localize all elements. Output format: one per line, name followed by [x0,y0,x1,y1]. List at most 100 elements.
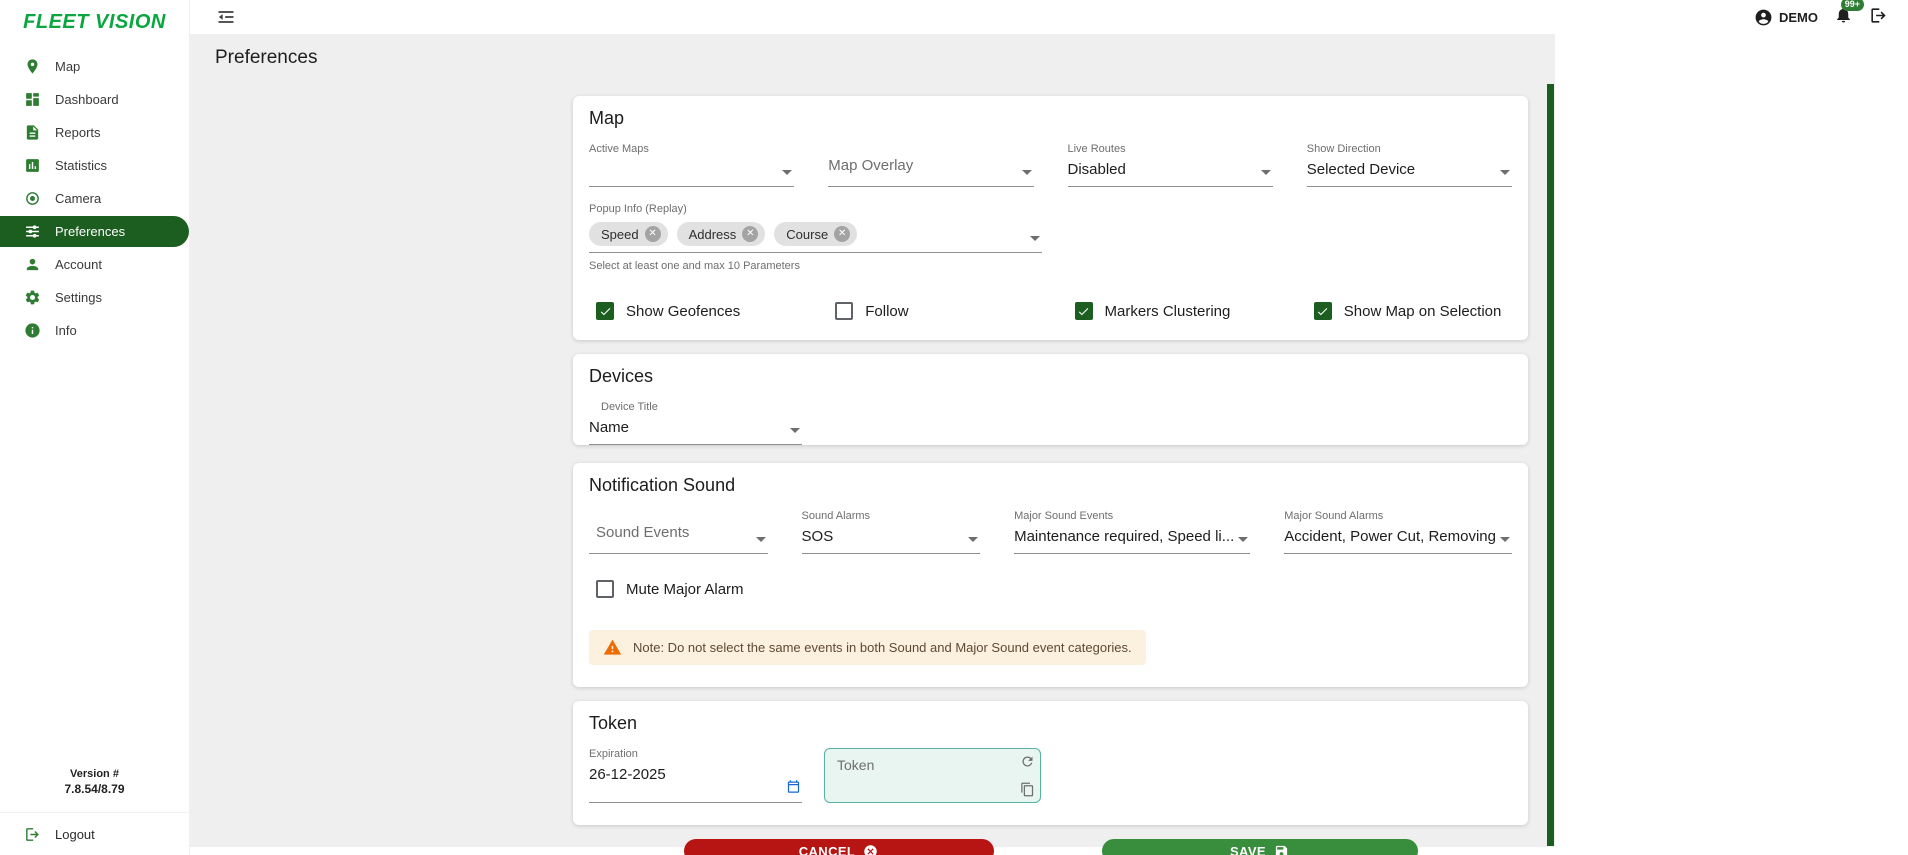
checkbox-follow[interactable]: Follow [828,302,1033,320]
sidebar-item-preferences[interactable]: Preferences [0,216,189,247]
sidebar-item-dashboard[interactable]: Dashboard [0,83,189,116]
map-card-title: Map [589,108,1512,129]
sidebar-item-label: Settings [55,290,102,305]
gear-icon [24,289,41,306]
live-routes-label: Live Routes [1068,143,1273,156]
scrollbar-thumb[interactable] [1547,84,1554,846]
chip-remove-icon[interactable]: ✕ [834,226,850,242]
sidebar-bottom: Version # 7.8.54/8.79 Logout [0,768,189,855]
chip-address[interactable]: Address ✕ [677,222,766,246]
report-document-icon [24,124,41,141]
device-title-select[interactable]: Device Title Name [589,401,802,445]
cards-container: Map Active Maps Map Overlay [573,96,1528,855]
token-placeholder: Token [837,757,874,773]
cancel-label: CANCEL [799,844,856,855]
popup-info-label: Popup Info (Replay) [589,203,1042,216]
popup-info-multiselect[interactable]: Popup Info (Replay) Speed ✕ Address ✕ [589,203,1042,253]
chevron-down-icon [782,170,792,175]
sidebar-item-reports[interactable]: Reports [0,116,189,149]
major-sound-alarms-select[interactable]: Major Sound Alarms Accident, Power Cut, … [1284,510,1512,554]
copy-token-icon[interactable] [1020,782,1035,797]
version-label: Version # [0,768,189,780]
sidebar-item-label: Preferences [55,224,125,239]
popup-chips: Speed ✕ Address ✕ Course ✕ [589,222,1042,246]
checkbox-show-geofences[interactable]: Show Geofences [589,302,794,320]
chevron-down-icon [790,428,800,433]
save-button[interactable]: SAVE [1102,839,1418,855]
exit-icon [1869,6,1888,25]
token-card-title: Token [589,713,1512,734]
show-direction-value: Selected Device [1307,161,1512,179]
chip-label: Course [786,227,828,242]
bar-chart-icon [24,157,41,174]
cancel-button[interactable]: CANCEL [684,839,994,855]
checkbox-markers-clustering[interactable]: Markers Clustering [1068,302,1273,320]
show-direction-select[interactable]: Show Direction Selected Device [1307,143,1512,187]
devices-card-title: Devices [589,366,1512,387]
chip-remove-icon[interactable]: ✕ [645,226,661,242]
warning-icon [603,638,622,657]
sidebar-item-label: Map [55,59,80,74]
signout-button[interactable] [1869,6,1888,28]
sound-events-select[interactable]: Sound Events [589,510,768,554]
sound-alarms-select[interactable]: Sound Alarms SOS [802,510,981,554]
chevron-down-icon [1261,170,1271,175]
logout-icon [24,826,41,843]
menu-collapse-icon [216,7,236,27]
checkbox-show-map-on-selection[interactable]: Show Map on Selection [1307,302,1512,320]
token-card: Token Expiration 26-12-2025 Token [573,701,1528,825]
expiration-label: Expiration [589,748,802,761]
major-sound-events-label: Major Sound Events [1014,510,1250,523]
map-overlay-select[interactable]: Map Overlay [828,143,1033,187]
app-window: FLEET VISION Map Dashboard Reports Stati… [0,0,1908,855]
checkbox-label: Follow [865,303,908,320]
popup-helper-text: Select at least one and max 10 Parameter… [589,260,1512,272]
camera-lens-icon [24,190,41,207]
active-maps-value [589,161,794,179]
checkbox-mute-major-alarm[interactable]: Mute Major Alarm [589,580,1512,598]
notification-card-title: Notification Sound [589,475,1512,496]
token-input[interactable]: Token [824,748,1041,803]
chip-speed[interactable]: Speed ✕ [589,222,668,246]
logout-button[interactable]: Logout [0,812,189,855]
major-sound-events-select[interactable]: Major Sound Events Maintenance required,… [1014,510,1250,554]
active-maps-select[interactable]: Active Maps [589,143,794,187]
sidebar-item-camera[interactable]: Camera [0,182,189,215]
device-title-label: Device Title [589,401,802,414]
note-text: Note: Do not select the same events in b… [633,640,1132,655]
notification-sound-card: Notification Sound Sound Events Sound Al… [573,463,1528,687]
calendar-icon[interactable] [786,779,801,794]
expiration-date-field[interactable]: Expiration 26-12-2025 [589,748,802,803]
content: Preferences Map Active Maps Map [190,34,1908,855]
topbar: DEMO 99+ [190,0,1908,34]
checkbox-checked-icon [596,302,614,320]
chevron-down-icon [1238,537,1248,542]
live-routes-select[interactable]: Live Routes Disabled [1068,143,1273,187]
preferences-sliders-icon [24,223,41,240]
chip-remove-icon[interactable]: ✕ [742,226,758,242]
checkbox-checked-icon [1075,302,1093,320]
chip-course[interactable]: Course ✕ [774,222,857,246]
save-label: SAVE [1230,844,1266,855]
sidebar-item-settings[interactable]: Settings [0,281,189,314]
refresh-token-icon[interactable] [1020,754,1035,769]
chevron-down-icon [1022,170,1032,175]
map-pin-icon [24,58,41,75]
checkbox-label: Mute Major Alarm [626,581,744,598]
active-maps-label: Active Maps [589,143,794,156]
notifications-button[interactable]: 99+ [1834,5,1853,29]
info-icon [24,322,41,339]
sidebar-collapse-button[interactable] [216,7,236,27]
main-area: DEMO 99+ Preferences Map [190,0,1908,855]
expiration-value: 26-12-2025 [589,766,802,784]
user-menu[interactable]: DEMO [1754,8,1818,27]
sidebar-item-account[interactable]: Account [0,248,189,281]
page-title: Preferences [215,47,1555,69]
username: DEMO [1779,10,1818,25]
live-routes-value: Disabled [1068,161,1273,179]
map-checkbox-row: Show Geofences Follow Markers Clustering [589,302,1512,340]
sidebar-item-label: Info [55,323,77,338]
sidebar-item-statistics[interactable]: Statistics [0,149,189,182]
sidebar-item-info[interactable]: Info [0,314,189,347]
sidebar-item-map[interactable]: Map [0,50,189,83]
